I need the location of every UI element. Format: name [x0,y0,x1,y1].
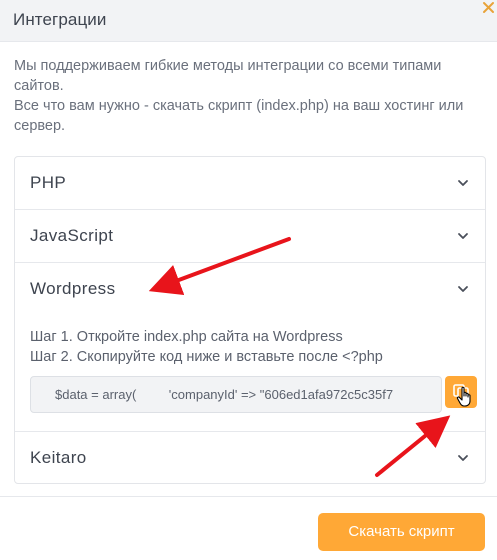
wordpress-steps: Шаг 1. Откройте index.php сайта на Wordp… [30,327,470,367]
step-2-text: Шаг 2. Скопируйте код ниже и вставьте по… [30,349,383,365]
accordion-label-javascript: JavaScript [30,226,114,245]
step-1-text: Шаг 1. Откройте index.php сайта на Wordp… [30,329,343,345]
description-line-1: Мы поддерживаем гибкие методы интеграции… [14,58,442,94]
accordion-label-php: PHP [30,173,67,192]
chevron-down-icon [458,180,468,186]
accordion-header-wordpress[interactable]: Wordpress [15,263,485,315]
modal-title: Интеграции [13,10,107,29]
description-line-2: Все что вам нужно - скачать скрипт (inde… [14,98,464,134]
chevron-down-icon [458,286,468,292]
accordion-item-php: PHP [15,157,485,210]
integration-description: Мы поддерживаем гибкие методы интеграции… [14,56,484,136]
accordion-header-keitaro[interactable]: Keitaro [15,432,485,483]
code-snippet-text: $data = array( 'companyId' => "606ed1afa… [55,387,394,402]
close-icon [483,2,494,13]
hand-cursor-icon [456,386,471,407]
download-script-button[interactable]: Скачать скрипт [318,513,485,551]
accordion-label-wordpress: Wordpress [30,279,116,298]
code-snippet-field[interactable]: $data = array( 'companyId' => "606ed1afa… [30,376,442,413]
accordion-header-php[interactable]: PHP [15,157,485,209]
chevron-down-icon [458,233,468,239]
footer-divider [0,496,497,497]
accordion-item-wordpress: Wordpress Шаг 1. Откройте index.php сайт… [15,263,485,432]
close-button[interactable] [479,0,497,18]
accordion-label-keitaro: Keitaro [30,448,87,467]
accordion-body-wordpress: Шаг 1. Откройте index.php сайта на Wordp… [15,315,485,431]
chevron-down-icon [458,455,468,461]
accordion-item-keitaro: Keitaro [15,432,485,483]
modal-header: Интеграции [0,0,497,42]
integrations-modal: Интеграции Мы поддерживаем гибкие методы… [0,0,497,560]
integration-accordion: PHP JavaScript Wordpress Шаг 1. Откройте… [14,156,486,484]
accordion-header-javascript[interactable]: JavaScript [15,210,485,262]
accordion-item-javascript: JavaScript [15,210,485,263]
